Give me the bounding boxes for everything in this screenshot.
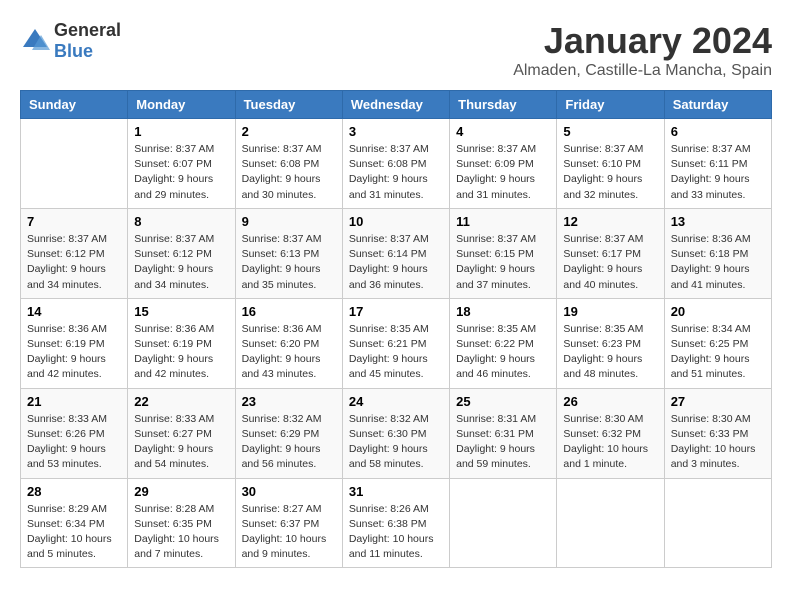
header-monday: Monday — [128, 91, 235, 119]
day-cell-19: 19 Sunrise: 8:35 AMSunset: 6:23 PMDaylig… — [557, 298, 664, 388]
day-cell-26: 26 Sunrise: 8:30 AMSunset: 6:32 PMDaylig… — [557, 388, 664, 478]
day-cell-25: 25 Sunrise: 8:31 AMSunset: 6:31 PMDaylig… — [450, 388, 557, 478]
day-cell-8: 8 Sunrise: 8:37 AMSunset: 6:12 PMDayligh… — [128, 208, 235, 298]
day-cell-11: 11 Sunrise: 8:37 AMSunset: 6:15 PMDaylig… — [450, 208, 557, 298]
day-cell-2: 2 Sunrise: 8:37 AMSunset: 6:08 PMDayligh… — [235, 119, 342, 209]
day-cell-24: 24 Sunrise: 8:32 AMSunset: 6:30 PMDaylig… — [342, 388, 449, 478]
day-cell-31: 31 Sunrise: 8:26 AMSunset: 6:38 PMDaylig… — [342, 478, 449, 568]
table-row: 7 Sunrise: 8:37 AMSunset: 6:12 PMDayligh… — [21, 208, 772, 298]
day-cell-21: 21 Sunrise: 8:33 AMSunset: 6:26 PMDaylig… — [21, 388, 128, 478]
header-friday: Friday — [557, 91, 664, 119]
day-cell-20: 20 Sunrise: 8:34 AMSunset: 6:25 PMDaylig… — [664, 298, 771, 388]
title-area: January 2024 Almaden, Castille-La Mancha… — [513, 20, 772, 80]
header-sunday: Sunday — [21, 91, 128, 119]
day-cell-7: 7 Sunrise: 8:37 AMSunset: 6:12 PMDayligh… — [21, 208, 128, 298]
table-row: 14 Sunrise: 8:36 AMSunset: 6:19 PMDaylig… — [21, 298, 772, 388]
day-cell-29: 29 Sunrise: 8:28 AMSunset: 6:35 PMDaylig… — [128, 478, 235, 568]
calendar-table: Sunday Monday Tuesday Wednesday Thursday… — [20, 90, 772, 568]
logo-icon — [20, 26, 50, 56]
day-cell-27: 27 Sunrise: 8:30 AMSunset: 6:33 PMDaylig… — [664, 388, 771, 478]
month-title: January 2024 — [513, 20, 772, 62]
day-cell-4: 4 Sunrise: 8:37 AMSunset: 6:09 PMDayligh… — [450, 119, 557, 209]
day-cell-15: 15 Sunrise: 8:36 AMSunset: 6:19 PMDaylig… — [128, 298, 235, 388]
day-cell-14: 14 Sunrise: 8:36 AMSunset: 6:19 PMDaylig… — [21, 298, 128, 388]
logo: General Blue — [20, 20, 121, 62]
empty-cell — [21, 119, 128, 209]
page-header: General Blue January 2024 Almaden, Casti… — [20, 20, 772, 80]
day-cell-22: 22 Sunrise: 8:33 AMSunset: 6:27 PMDaylig… — [128, 388, 235, 478]
day-cell-3: 3 Sunrise: 8:37 AMSunset: 6:08 PMDayligh… — [342, 119, 449, 209]
logo-general-text: General — [54, 20, 121, 40]
header-wednesday: Wednesday — [342, 91, 449, 119]
day-cell-10: 10 Sunrise: 8:37 AMSunset: 6:14 PMDaylig… — [342, 208, 449, 298]
weekday-header-row: Sunday Monday Tuesday Wednesday Thursday… — [21, 91, 772, 119]
day-cell-5: 5 Sunrise: 8:37 AMSunset: 6:10 PMDayligh… — [557, 119, 664, 209]
day-cell-18: 18 Sunrise: 8:35 AMSunset: 6:22 PMDaylig… — [450, 298, 557, 388]
day-cell-23: 23 Sunrise: 8:32 AMSunset: 6:29 PMDaylig… — [235, 388, 342, 478]
empty-cell — [450, 478, 557, 568]
day-cell-17: 17 Sunrise: 8:35 AMSunset: 6:21 PMDaylig… — [342, 298, 449, 388]
day-cell-9: 9 Sunrise: 8:37 AMSunset: 6:13 PMDayligh… — [235, 208, 342, 298]
empty-cell — [664, 478, 771, 568]
day-cell-12: 12 Sunrise: 8:37 AMSunset: 6:17 PMDaylig… — [557, 208, 664, 298]
day-cell-6: 6 Sunrise: 8:37 AMSunset: 6:11 PMDayligh… — [664, 119, 771, 209]
empty-cell — [557, 478, 664, 568]
day-cell-30: 30 Sunrise: 8:27 AMSunset: 6:37 PMDaylig… — [235, 478, 342, 568]
header-saturday: Saturday — [664, 91, 771, 119]
day-cell-1: 1 Sunrise: 8:37 AMSunset: 6:07 PMDayligh… — [128, 119, 235, 209]
location-title: Almaden, Castille-La Mancha, Spain — [513, 62, 772, 80]
table-row: 1 Sunrise: 8:37 AMSunset: 6:07 PMDayligh… — [21, 119, 772, 209]
day-cell-28: 28 Sunrise: 8:29 AMSunset: 6:34 PMDaylig… — [21, 478, 128, 568]
table-row: 28 Sunrise: 8:29 AMSunset: 6:34 PMDaylig… — [21, 478, 772, 568]
day-cell-16: 16 Sunrise: 8:36 AMSunset: 6:20 PMDaylig… — [235, 298, 342, 388]
header-thursday: Thursday — [450, 91, 557, 119]
table-row: 21 Sunrise: 8:33 AMSunset: 6:26 PMDaylig… — [21, 388, 772, 478]
day-cell-13: 13 Sunrise: 8:36 AMSunset: 6:18 PMDaylig… — [664, 208, 771, 298]
header-tuesday: Tuesday — [235, 91, 342, 119]
logo-blue-text: Blue — [54, 41, 93, 61]
